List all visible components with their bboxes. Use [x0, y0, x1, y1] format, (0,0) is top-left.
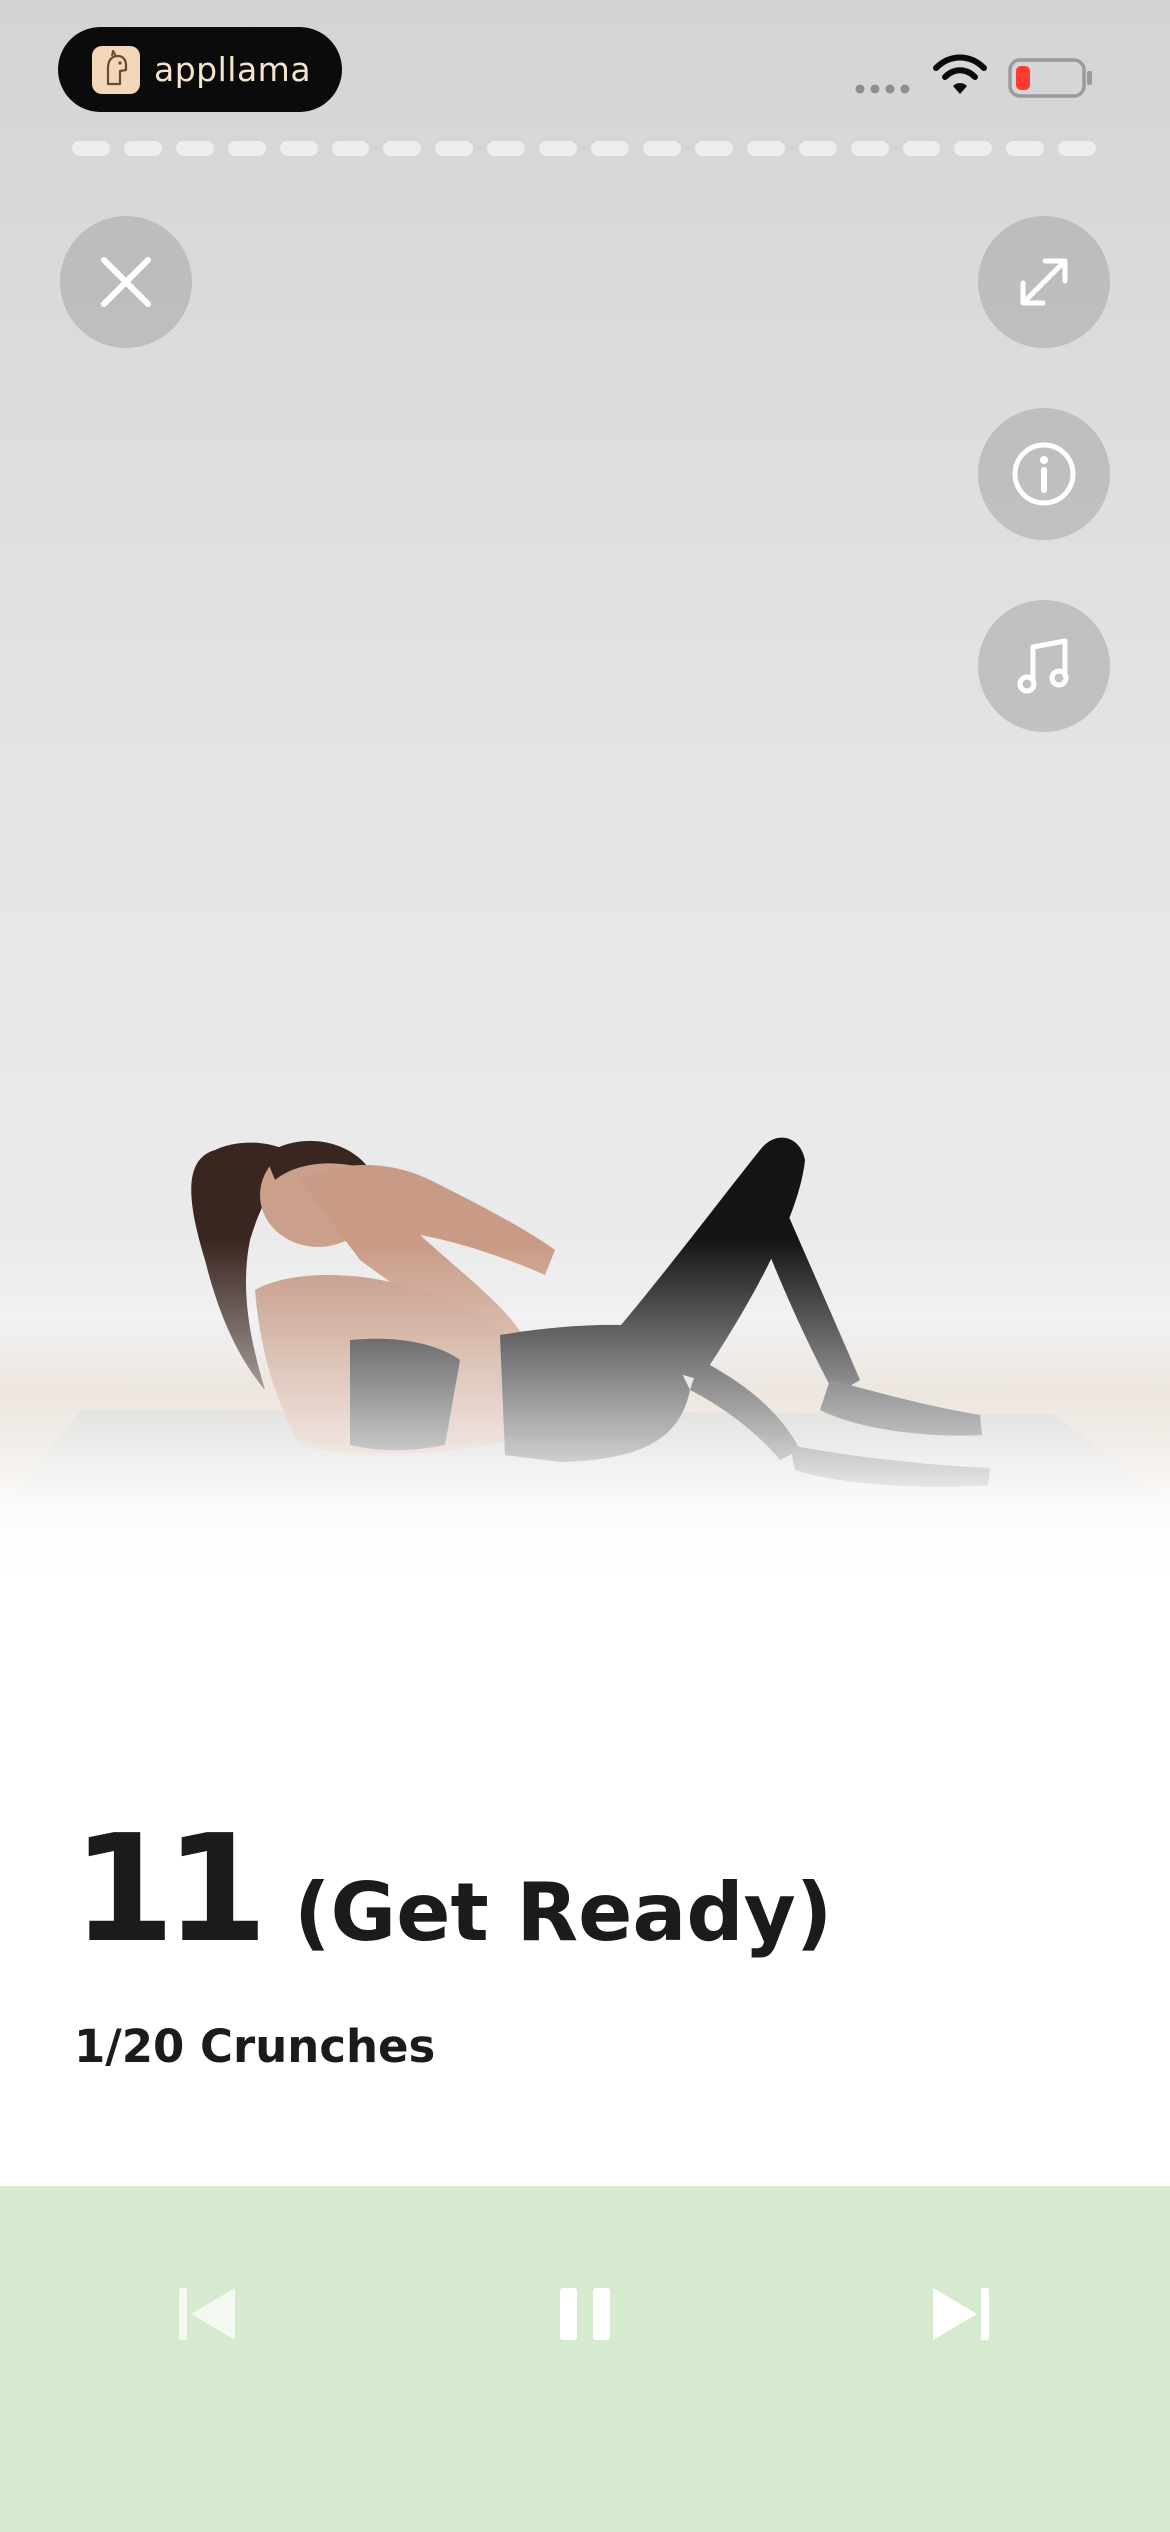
progress-segment [954, 141, 993, 156]
pause-button[interactable] [545, 2282, 625, 2346]
next-exercise-button[interactable] [920, 2282, 1000, 2346]
app-name: appllama [154, 50, 312, 89]
progress-segment [1058, 141, 1097, 156]
music-button[interactable] [978, 600, 1110, 732]
progress-segment [487, 141, 526, 156]
progress-segment [227, 141, 266, 156]
skip-previous-icon [179, 2288, 235, 2340]
phase-label: (Get Ready) [293, 1866, 833, 1959]
progress-segment [539, 141, 578, 156]
countdown-seconds: 11 [72, 1803, 268, 1975]
progress-segment [72, 141, 110, 156]
close-icon [101, 257, 151, 307]
progress-segment [850, 141, 889, 156]
progress-segment [1006, 141, 1045, 156]
progress-segment [642, 141, 681, 156]
progress-segment [123, 141, 162, 156]
skip-next-icon [933, 2288, 989, 2340]
exercise-info-button[interactable] [978, 408, 1110, 540]
countdown-row: 11 (Get Ready) [72, 1815, 832, 1963]
exercise-progress-segments [72, 141, 1097, 157]
wifi-icon [933, 54, 987, 94]
progress-segment [746, 141, 785, 156]
previous-exercise-button[interactable] [168, 2282, 248, 2346]
progress-segment [279, 141, 318, 156]
llama-logo-icon [92, 45, 140, 94]
battery-icon [1008, 58, 1092, 98]
expand-icon [1020, 258, 1068, 306]
fullscreen-button[interactable] [978, 216, 1110, 348]
progress-segment [383, 141, 422, 156]
progress-segment [331, 141, 370, 156]
playback-controls-bar [0, 2186, 1170, 2532]
progress-segment [591, 141, 629, 156]
exercise-name: 1/20 Crunches [74, 2020, 436, 2073]
progress-segment [902, 141, 941, 156]
progress-segment [435, 141, 474, 156]
progress-segment [694, 141, 733, 156]
progress-segment [175, 141, 214, 156]
info-icon [1012, 442, 1076, 506]
video-fade-overlay [0, 1240, 1170, 1580]
app-badge: appllama [58, 27, 342, 112]
close-button[interactable] [60, 216, 192, 348]
progress-segment [798, 141, 837, 156]
pause-icon [560, 2288, 610, 2340]
cellular-signal-icon [855, 84, 910, 94]
music-note-icon [1017, 638, 1069, 694]
